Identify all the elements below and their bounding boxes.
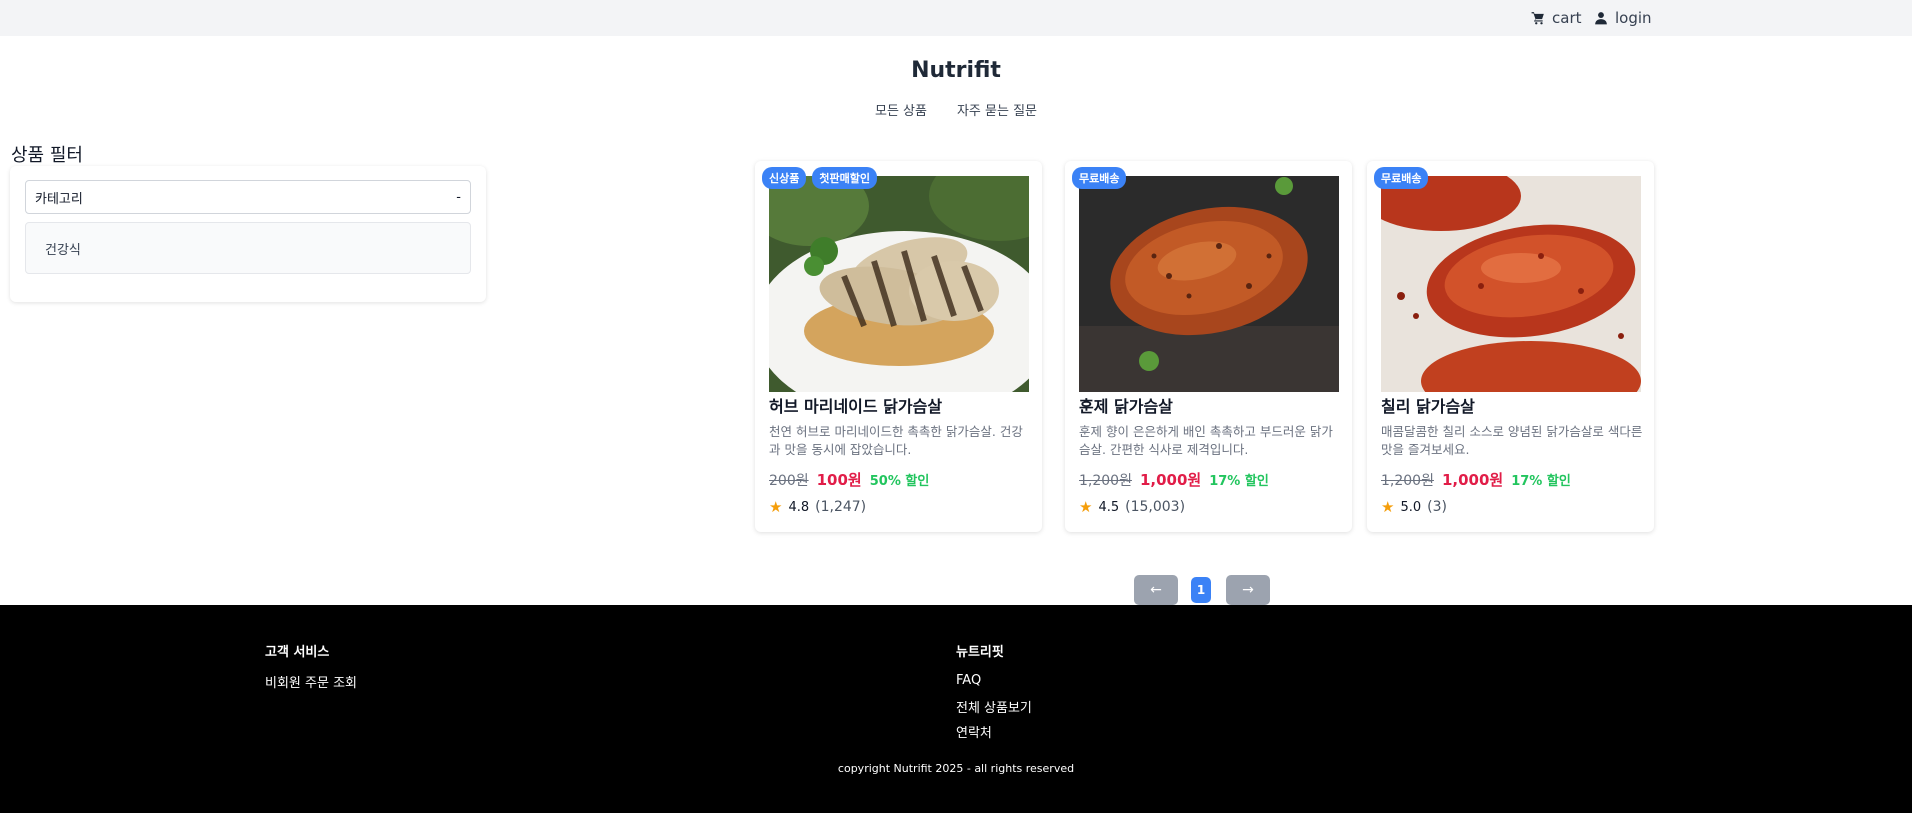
badge-new: 신상품: [762, 167, 807, 189]
star-icon: ★: [1079, 498, 1093, 516]
product-description: 훈제 향이 은은하게 배인 촉촉하고 부드러운 닭가슴살. 간편한 식사로 제격…: [1079, 424, 1333, 457]
original-price: 1,200원: [1079, 473, 1132, 489]
star-icon: ★: [769, 498, 783, 516]
main-nav: 모든 상품 자주 묻는 질문: [0, 100, 1912, 119]
smoked-chicken-breast-image: [1079, 176, 1339, 392]
product-image: [1381, 176, 1641, 392]
next-page-button[interactable]: →: [1226, 575, 1270, 605]
login-link[interactable]: login: [1594, 9, 1652, 27]
product-name[interactable]: 훈제 닭가슴살: [1079, 393, 1173, 417]
grilled-chicken-plate-image: [769, 176, 1029, 392]
badge-free-shipping: 무료배송: [1374, 167, 1429, 189]
cart-label: cart: [1552, 9, 1582, 27]
filter-panel: 카테고리 - 건강식: [10, 166, 486, 302]
price-row: 1,200원 1,000원 17% 할인: [1079, 469, 1269, 490]
rating-row: ★ 4.8 (1,247): [769, 498, 866, 516]
nav-all-products[interactable]: 모든 상품: [875, 100, 927, 119]
category-select[interactable]: 카테고리 -: [25, 180, 471, 214]
original-price: 1,200원: [1381, 473, 1434, 489]
badge-group: 무료배송: [1072, 167, 1127, 189]
footer-link-all-products[interactable]: 전체 상품보기: [956, 697, 1032, 716]
review-count: (15,003): [1125, 499, 1186, 515]
filter-title: 상품 필터: [11, 145, 83, 166]
star-icon: ★: [1381, 498, 1395, 516]
product-name[interactable]: 허브 마리네이드 닭가슴살: [769, 393, 942, 417]
page-1-button[interactable]: 1: [1191, 577, 1211, 603]
category-option-health-food[interactable]: 건강식: [25, 222, 471, 274]
chili-chicken-breast-image: [1381, 176, 1641, 392]
review-count: (1,247): [815, 499, 867, 515]
sale-price: 100원: [816, 471, 862, 489]
original-price: 200원: [769, 473, 809, 489]
product-name[interactable]: 칠리 닭가슴살: [1381, 393, 1475, 417]
prev-page-button[interactable]: ←: [1134, 575, 1178, 605]
product-card[interactable]: 무료배송 칠리 닭가슴살 매콤달콤한 칠리 소스로 양념된 닭가슴살로 색다른 …: [1367, 161, 1654, 532]
user-icon: [1595, 12, 1607, 25]
rating-value: 5.0: [1400, 499, 1422, 515]
sale-price: 1,000원: [1441, 471, 1504, 489]
footer-heading-customer-service: 고객 서비스: [265, 645, 330, 660]
cart-icon: [1531, 12, 1544, 25]
discount-rate: 50% 할인: [869, 474, 930, 489]
sale-price: 1,000원: [1139, 471, 1202, 489]
brand-logo[interactable]: Nutrifit: [0, 58, 1912, 83]
footer-link-faq[interactable]: FAQ: [956, 673, 981, 688]
rating-value: 4.8: [788, 499, 810, 515]
badge-free-shipping: 무료배송: [1072, 167, 1127, 189]
category-select-label: 카테고리: [35, 191, 83, 207]
badge-first-sale: 첫판매할인: [812, 167, 877, 189]
product-description: 매콤달콤한 칠리 소스로 양념된 닭가슴살로 색다른 맛을 즐겨보세요.: [1381, 424, 1643, 457]
discount-rate: 17% 할인: [1209, 474, 1269, 489]
price-row: 200원 100원 50% 할인: [769, 469, 929, 490]
footer: 고객 서비스 비회원 주문 조회 뉴트리핏 FAQ 전체 상품보기 연락처 co…: [0, 605, 1912, 813]
rating-value: 4.5: [1098, 499, 1120, 515]
nav-faq[interactable]: 자주 묻는 질문: [957, 100, 1037, 119]
discount-rate: 17% 할인: [1511, 474, 1571, 489]
rating-row: ★ 4.5 (15,003): [1079, 498, 1185, 516]
badge-group: 무료배송: [1374, 167, 1429, 189]
product-description: 천연 허브로 마리네이드한 촉촉한 닭가슴살. 건강과 맛을 동시에 잡았습니다…: [769, 424, 1023, 457]
collapse-indicator: -: [456, 189, 461, 205]
review-count: (3): [1427, 499, 1447, 515]
top-bar: cart login: [0, 0, 1912, 36]
product-image: [1079, 176, 1339, 392]
product-card[interactable]: 신상품 첫판매할인 허브 마리네이드 닭가슴살 천연 허브로 마리네이드한 촉촉…: [755, 161, 1042, 532]
price-row: 1,200원 1,000원 17% 할인: [1381, 469, 1571, 490]
footer-heading-nutrifit: 뉴트리핏: [956, 645, 1004, 660]
cart-link[interactable]: cart: [1531, 9, 1582, 27]
rating-row: ★ 5.0 (3): [1381, 498, 1447, 516]
footer-link-guest-order[interactable]: 비회원 주문 조회: [265, 672, 357, 691]
product-card[interactable]: 무료배송 훈제 닭가슴살 훈제 향이 은은하게 배인 촉촉하고 부드러운 닭가슴…: [1065, 161, 1352, 532]
product-image: [769, 176, 1029, 392]
login-label: login: [1615, 9, 1652, 27]
badge-group: 신상품 첫판매할인: [762, 167, 877, 189]
copyright: copyright Nutrifit 2025 - all rights res…: [837, 762, 1075, 775]
footer-link-contact[interactable]: 연락처: [956, 722, 992, 741]
